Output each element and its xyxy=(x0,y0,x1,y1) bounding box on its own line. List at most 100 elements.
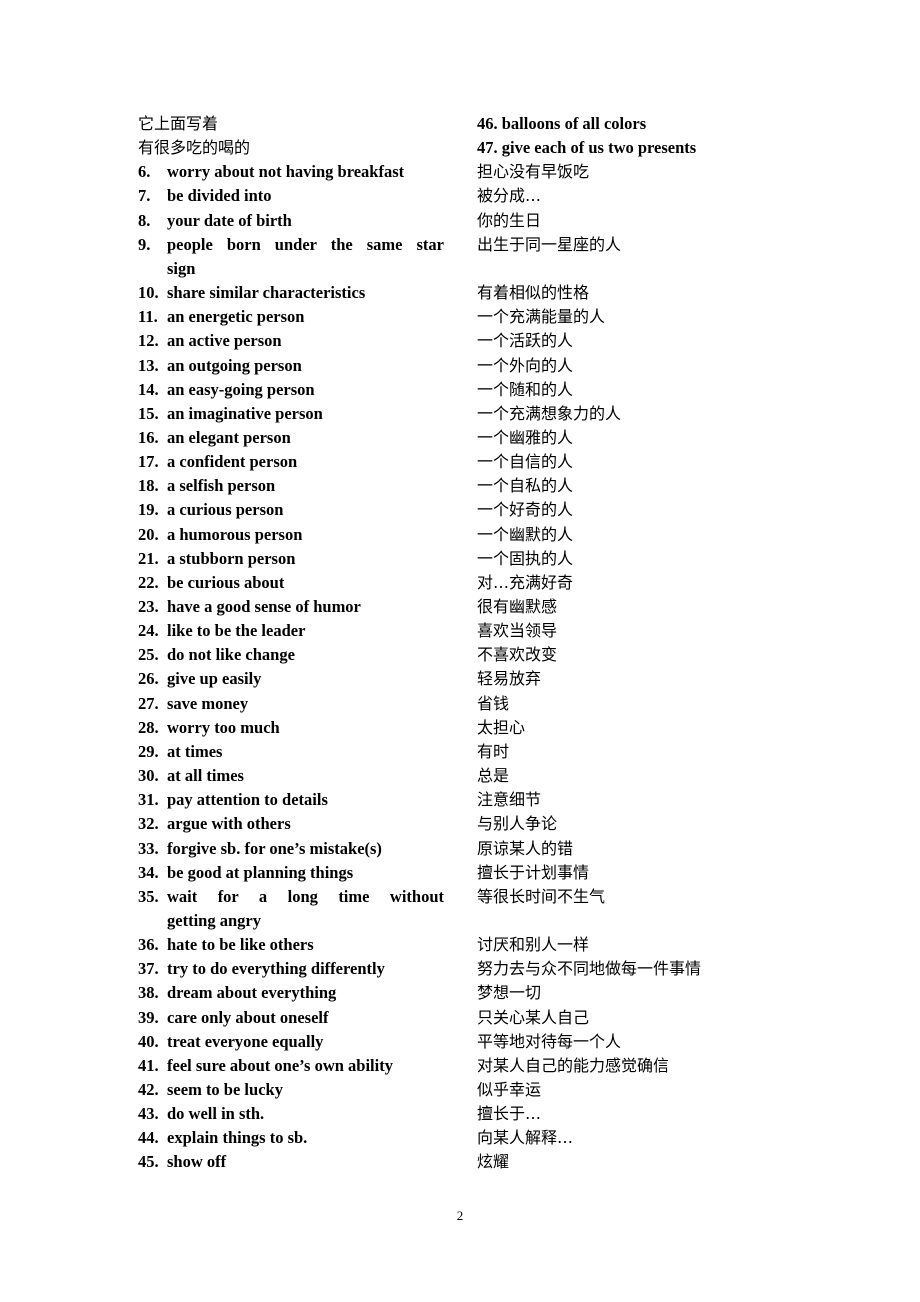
vocab-row: 17. a confident person 一个自信的人 xyxy=(138,450,758,474)
english-entry: 25. do not like change xyxy=(138,643,444,667)
chinese-translation: 似乎幸运 xyxy=(477,1080,542,1099)
vocab-row: 20. a humorous person 一个幽默的人 xyxy=(138,523,758,547)
english-phrase: an easy-going person xyxy=(167,379,315,399)
english-entry: 9. people born under the same star sign xyxy=(138,233,444,278)
english-phrase: argue with others xyxy=(167,814,291,834)
chinese-translation: 一个自信的人 xyxy=(477,452,574,472)
entry-number: 43. xyxy=(138,1104,159,1124)
vocab-row: 14. an easy-going person 一个随和的人 xyxy=(138,378,758,402)
english-entry: 33. forgive sb. for one’s mistake(s) xyxy=(138,837,444,861)
vocab-row: 26. give up easily 轻易放弃 xyxy=(138,667,758,691)
entry-number: 10. xyxy=(138,283,159,303)
vocab-row: 35. wait for a long time without getting a… xyxy=(138,885,758,930)
english-entry: 12. an active person xyxy=(138,329,444,353)
vocab-row: 41. feel sure about one’s own ability 对某人自… xyxy=(138,1054,758,1078)
english-entry: 38. dream about everything xyxy=(138,981,444,1005)
vocab-row: 16. an elegant person 一个幽雅的人 xyxy=(138,426,758,450)
english-phrase: have a good sense of humor xyxy=(167,597,361,616)
chinese-translation: 被分成… xyxy=(477,186,542,206)
entry-number: 23. xyxy=(138,597,159,616)
vocab-row: 6. worry about not having breakfast 担心没有早饭… xyxy=(138,160,758,184)
english-phrase: do not like change xyxy=(167,645,295,665)
english-phrase: be good at planning things xyxy=(167,862,354,882)
english-phrase: a humorous person xyxy=(167,524,303,544)
english-phrase: hate to be like others xyxy=(167,935,314,955)
english-phrase: seem to be lucky xyxy=(167,1080,283,1099)
vocab-row: 它上面写着 46. balloons of all colors xyxy=(138,112,758,136)
entry-number: 20. xyxy=(138,524,159,544)
chinese-translation: 一个外向的人 xyxy=(477,355,574,375)
english-phrase: share similar characteristics xyxy=(167,283,366,303)
entry-number: 21. xyxy=(138,548,159,568)
chinese-translation: 擅长于… xyxy=(477,1104,542,1124)
english-entry: 7. be divided into xyxy=(138,184,444,208)
chinese-translation: 只关心某人自己 xyxy=(477,1007,590,1027)
english-entry: 8. your date of birth xyxy=(138,209,444,233)
entry-number: 7. xyxy=(138,186,151,206)
vocab-row: 25. do not like change 不喜欢改变 xyxy=(138,643,758,667)
vocab-row: 18. a selfish person 一个自私的人 xyxy=(138,474,758,498)
english-entry: 35. wait for a long time without getting a… xyxy=(138,885,444,930)
chinese-translation: 一个幽雅的人 xyxy=(477,427,574,447)
english-phrase: care only about oneself xyxy=(167,1007,329,1027)
english-phrase: a confident person xyxy=(167,452,298,472)
chinese-translation: 对…充满好奇 xyxy=(477,572,574,592)
chinese-translation: 太担心 xyxy=(477,717,526,737)
entry-number: 45. xyxy=(138,1152,159,1172)
chinese-translation: 一个自私的人 xyxy=(477,476,574,496)
entry-number: 8. xyxy=(138,210,151,230)
document-page: 它上面写着 46. balloons of all colors 有很多吃的喝的 47… xyxy=(0,0,920,1302)
english-phrase: people born under the same star xyxy=(167,234,444,254)
entry-number: 37. xyxy=(138,959,159,979)
entry-number: 11. xyxy=(138,307,158,327)
vocab-row: 28. worry too much 太担心 xyxy=(138,716,758,740)
english-entry: 32. argue with others xyxy=(138,812,444,836)
vocab-row: 9. people born under the same star sign 出生于… xyxy=(138,233,758,278)
english-entry: 17. a confident person xyxy=(138,450,444,474)
english-phrase: be divided into xyxy=(167,186,272,206)
vocab-row: 8. your date of birth 你的生日 xyxy=(138,209,758,233)
english-entry: 13. an outgoing person xyxy=(138,354,444,378)
entry-number: 34. xyxy=(138,862,159,882)
vocab-row: 24. like to be the leader 喜欢当领导 xyxy=(138,619,758,643)
vocab-row: 36. hate to be like others 讨厌和别人一样 xyxy=(138,933,758,957)
entry-number: 39. xyxy=(138,1007,159,1027)
vocab-row: 7. be divided into 被分成… xyxy=(138,184,758,208)
chinese-translation: 有时 xyxy=(477,741,510,761)
english-entry: 20. a humorous person xyxy=(138,523,444,547)
entry-number: 18. xyxy=(138,476,159,496)
chinese-translation: 轻易放弃 xyxy=(477,669,542,689)
english-phrase: worry too much xyxy=(167,717,280,737)
english-phrase: save money xyxy=(167,693,249,713)
entry-number: 36. xyxy=(138,935,159,955)
vocab-row: 21. a stubborn person 一个固执的人 xyxy=(138,547,758,571)
entry-number: 31. xyxy=(138,790,159,810)
entry-number: 14. xyxy=(138,379,159,399)
entry-number: 26. xyxy=(138,669,159,689)
vocab-row: 19. a curious person 一个好奇的人 xyxy=(138,498,758,522)
chinese-text: 有很多吃的喝的 xyxy=(138,138,251,158)
english-entry: 44. explain things to sb. xyxy=(138,1126,444,1150)
english-entry: 27. save money xyxy=(138,692,444,716)
english-entry: 10. share similar characteristics xyxy=(138,281,444,305)
entry-number: 12. xyxy=(138,331,159,351)
english-phrase: an imaginative person xyxy=(167,403,323,423)
vocab-row: 29. at times 有时 xyxy=(138,740,758,764)
english-entry: 40. treat everyone equally xyxy=(138,1030,444,1054)
english-phrase: at times xyxy=(167,741,223,761)
chinese-text: 它上面写着 xyxy=(138,114,219,133)
english-phrase: be curious about xyxy=(167,572,285,592)
entry-number: 16. xyxy=(138,427,159,447)
english-phrase: a stubborn person xyxy=(167,548,296,568)
english-entry: 36. hate to be like others xyxy=(138,933,444,957)
vocab-row: 44. explain things to sb. 向某人解释… xyxy=(138,1126,758,1150)
english-entry: 15. an imaginative person xyxy=(138,402,444,426)
english-phrase-continuation: getting angry xyxy=(167,910,261,930)
english-entry: 28. worry too much xyxy=(138,716,444,740)
entry-number: 9. xyxy=(138,234,151,254)
entry-number: 33. xyxy=(138,838,159,858)
vocab-row: 39. care only about oneself 只关心某人自己 xyxy=(138,1006,758,1030)
vocab-row: 15. an imaginative person 一个充满想象力的人 xyxy=(138,402,758,426)
entry-number: 17. xyxy=(138,452,159,472)
vocab-row: 11. an energetic person 一个充满能量的人 xyxy=(138,305,758,329)
